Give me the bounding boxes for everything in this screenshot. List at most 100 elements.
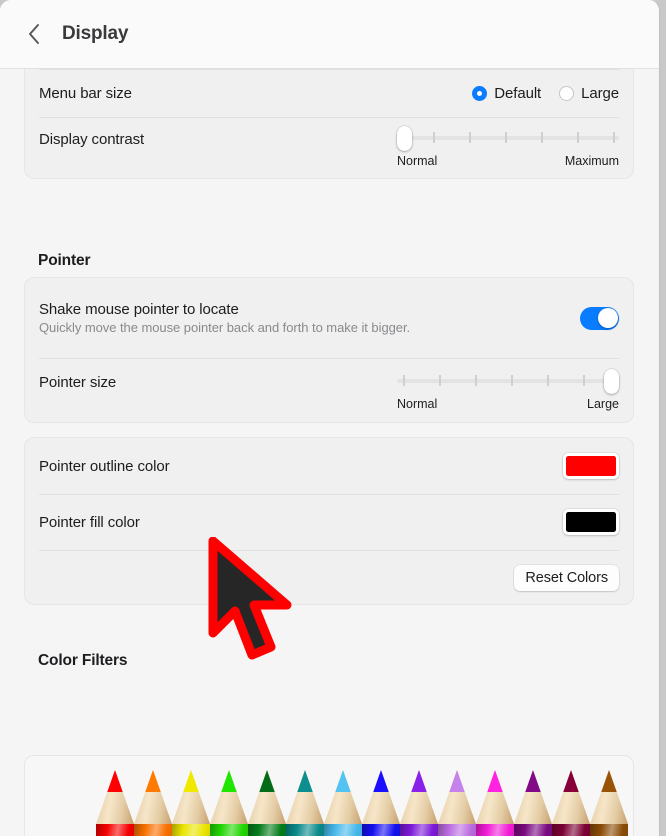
settings-scroll-area[interactable]: Menu bar size Default Large Display cont… bbox=[0, 69, 659, 836]
pencil bbox=[134, 770, 172, 836]
pencil-tip bbox=[552, 770, 590, 824]
pointer-outline-color-label: Pointer outline color bbox=[39, 457, 170, 475]
slider-labels: Normal Large bbox=[397, 397, 619, 411]
slider-tick bbox=[475, 375, 477, 386]
slider-max-label: Large bbox=[587, 397, 619, 411]
pencil-lead bbox=[590, 770, 628, 792]
pencil-tip bbox=[400, 770, 438, 824]
menu-bar-size-radio-group: Default Large bbox=[472, 85, 619, 102]
chevron-left-icon bbox=[26, 22, 42, 46]
pencil-body bbox=[514, 824, 552, 836]
pencil bbox=[172, 770, 210, 836]
pointer-fill-color-label: Pointer fill color bbox=[39, 513, 140, 531]
outline-color-swatch bbox=[566, 456, 616, 476]
slider-tick bbox=[439, 375, 441, 386]
pencil-body bbox=[590, 824, 628, 836]
pencil bbox=[590, 770, 628, 836]
pencil-tip bbox=[172, 770, 210, 824]
settings-window: Display Menu bar size Default Large Disp… bbox=[0, 0, 660, 836]
slider-tick bbox=[511, 375, 513, 386]
display-settings-card: Menu bar size Default Large Display cont… bbox=[24, 69, 634, 179]
pencil-lead bbox=[400, 770, 438, 792]
pencil-body bbox=[210, 824, 248, 836]
pencil-tip bbox=[362, 770, 400, 824]
pencil-lead bbox=[210, 770, 248, 792]
pencil-body bbox=[172, 824, 210, 836]
slider-labels: Normal Maximum bbox=[397, 154, 619, 168]
radio-default-label: Default bbox=[494, 84, 542, 102]
pencil-lead bbox=[552, 770, 590, 792]
pointer-colors-card: Pointer outline color Pointer fill color bbox=[24, 437, 634, 605]
slider-tick bbox=[577, 132, 579, 143]
pencil-body bbox=[476, 824, 514, 836]
pencil-body bbox=[324, 824, 362, 836]
slider-knob[interactable] bbox=[397, 126, 412, 151]
shake-to-locate-description: Quickly move the mouse pointer back and … bbox=[39, 320, 411, 335]
slider-tick bbox=[547, 375, 549, 386]
display-contrast-label: Display contrast bbox=[39, 131, 145, 148]
slider-min-label: Normal bbox=[397, 154, 438, 168]
pointer-fill-color-well[interactable] bbox=[563, 509, 619, 535]
pencil-lead bbox=[476, 770, 514, 792]
pointer-size-slider[interactable]: Normal Large bbox=[397, 369, 619, 411]
pencil-lead bbox=[324, 770, 362, 792]
slider-track[interactable] bbox=[397, 126, 619, 151]
section-title-color-filters: Color Filters bbox=[38, 652, 128, 669]
back-button[interactable] bbox=[17, 17, 51, 51]
pencil bbox=[286, 770, 324, 836]
pencil bbox=[96, 770, 134, 836]
toggle-knob bbox=[597, 308, 618, 328]
pencil-tip bbox=[248, 770, 286, 824]
section-title-pointer: Pointer bbox=[38, 252, 91, 269]
pencil-tip bbox=[210, 770, 248, 824]
pencil-body bbox=[400, 824, 438, 836]
pencil bbox=[438, 770, 476, 836]
slider-tick bbox=[583, 375, 585, 386]
pencil-tip bbox=[324, 770, 362, 824]
radio-option-large[interactable]: Large bbox=[559, 85, 619, 102]
slider-tick bbox=[505, 132, 507, 143]
pencil bbox=[324, 770, 362, 836]
radio-large-label: Large bbox=[581, 84, 619, 102]
row-pointer-fill-color: Pointer fill color bbox=[25, 494, 633, 550]
pencil-body bbox=[286, 824, 324, 836]
pencil-tip bbox=[96, 770, 134, 824]
slider-max-label: Maximum bbox=[564, 154, 619, 168]
pencil-body bbox=[96, 824, 134, 836]
shake-to-locate-toggle[interactable] bbox=[580, 306, 619, 330]
slider-track[interactable] bbox=[397, 369, 619, 394]
pencil bbox=[248, 770, 286, 836]
pencil-tip bbox=[438, 770, 476, 824]
reset-colors-button[interactable]: Reset Colors bbox=[514, 565, 619, 591]
pointer-outline-color-well[interactable] bbox=[563, 453, 619, 479]
pencil bbox=[552, 770, 590, 836]
display-contrast-slider[interactable]: Normal Maximum bbox=[397, 126, 619, 168]
fill-color-swatch bbox=[566, 512, 616, 532]
slider-tick bbox=[433, 132, 435, 143]
pencil bbox=[362, 770, 400, 836]
slider-knob[interactable] bbox=[604, 369, 619, 394]
pointer-behavior-card: Shake mouse pointer to locate Quickly mo… bbox=[24, 277, 634, 423]
pencil-lead bbox=[438, 770, 476, 792]
radio-default-indicator[interactable] bbox=[472, 85, 488, 101]
pencil-body bbox=[248, 824, 286, 836]
pencil-body bbox=[134, 824, 172, 836]
slider-tick bbox=[541, 132, 543, 143]
page-title: Display bbox=[62, 23, 129, 44]
shake-to-locate-text: Shake mouse pointer to locate Quickly mo… bbox=[39, 301, 410, 335]
menu-bar-size-label: Menu bar size bbox=[39, 84, 132, 102]
pencil-lead bbox=[248, 770, 286, 792]
slider-tick bbox=[403, 375, 405, 386]
pencil bbox=[476, 770, 514, 836]
row-reset-colors: Reset Colors bbox=[25, 550, 633, 606]
pencil-body bbox=[438, 824, 476, 836]
slider-min-label: Normal bbox=[397, 397, 438, 411]
row-menu-bar-size: Menu bar size Default Large bbox=[25, 69, 633, 117]
pencil-tip bbox=[590, 770, 628, 824]
pencil bbox=[210, 770, 248, 836]
radio-option-default[interactable]: Default bbox=[472, 85, 541, 102]
row-pointer-outline-color: Pointer outline color bbox=[25, 438, 633, 494]
radio-large-indicator[interactable] bbox=[559, 85, 575, 101]
pencil-tip bbox=[134, 770, 172, 824]
pencil-tip bbox=[514, 770, 552, 824]
